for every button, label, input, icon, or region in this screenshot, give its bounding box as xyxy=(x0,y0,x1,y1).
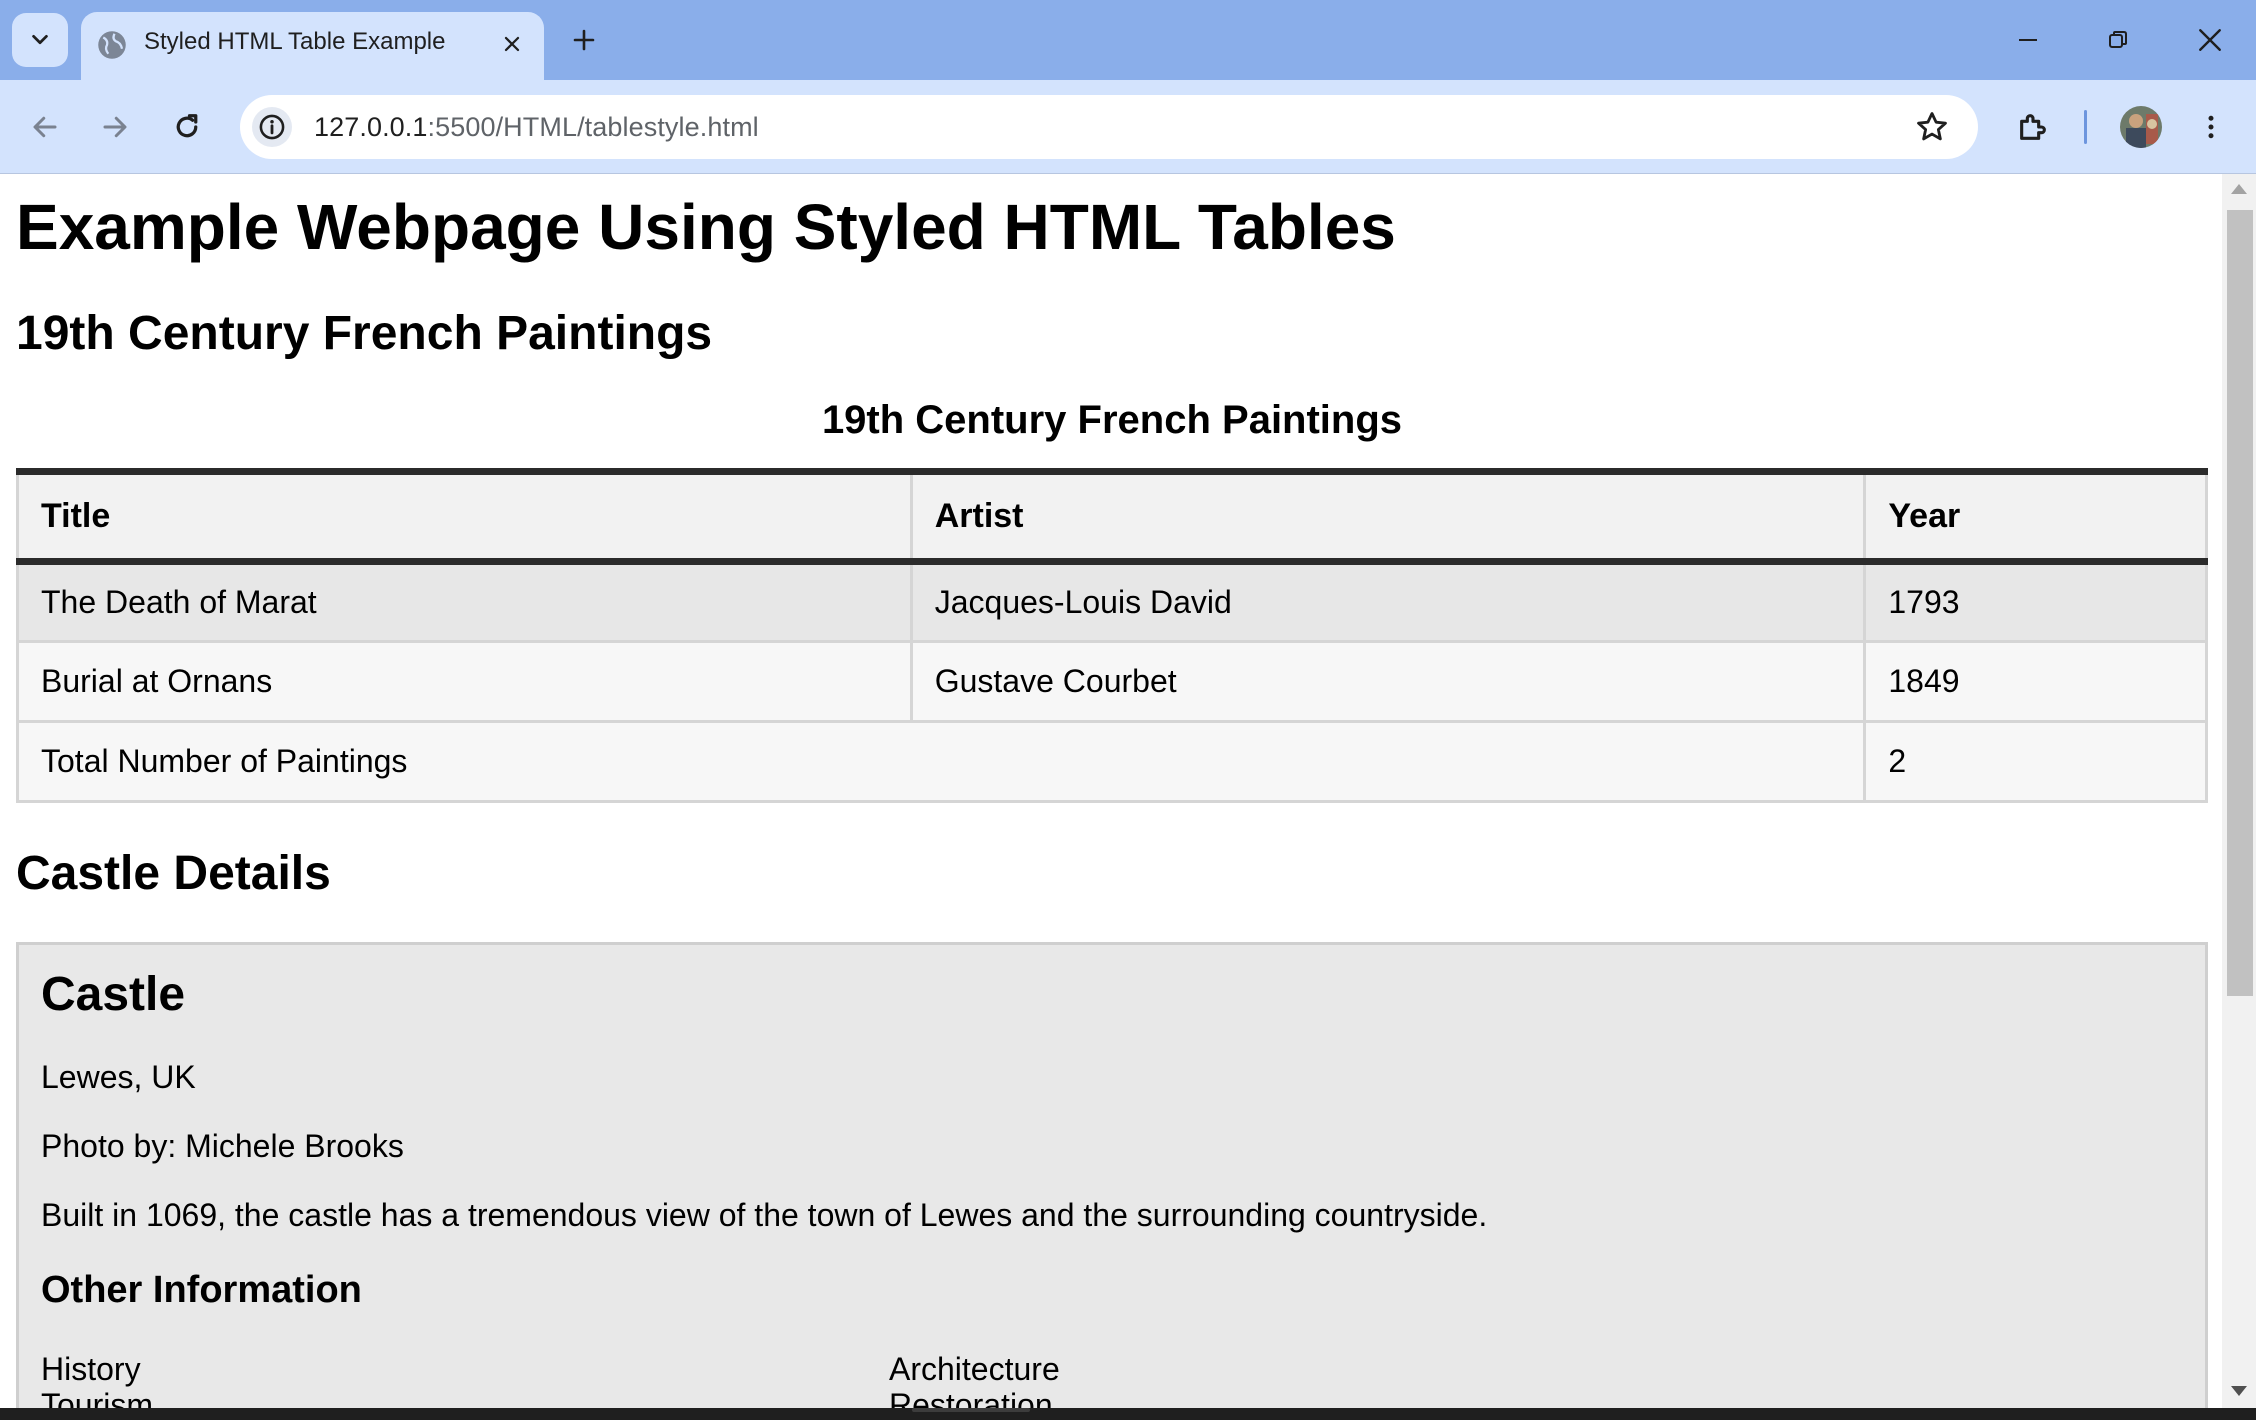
tab-title: Styled HTML Table Example xyxy=(144,28,446,55)
column-header-artist: Artist xyxy=(909,468,1867,565)
info-item: Architecture xyxy=(889,1351,1060,1387)
scroll-down-arrow[interactable] xyxy=(2231,1386,2247,1396)
menu-button[interactable] xyxy=(2186,102,2236,152)
reload-icon xyxy=(176,114,198,138)
castle-card: Castle Lewes, UK Photo by: Michele Brook… xyxy=(16,942,2208,1410)
info-item: History xyxy=(41,1351,141,1387)
table-row: Burial at Ornans Gustave Courbet 1849 xyxy=(16,640,2208,723)
back-button[interactable] xyxy=(20,102,70,152)
address-bar[interactable]: 127.0.0.1:5500/HTML/tablestyle.html xyxy=(240,95,1978,159)
page-viewport: Example Webpage Using Styled HTML Tables… xyxy=(0,174,2222,1410)
browser-toolbar: 127.0.0.1:5500/HTML/tablestyle.html xyxy=(0,80,2256,174)
table-header-row: Title Artist Year xyxy=(16,468,2208,565)
tab-strip: Styled HTML Table Example xyxy=(0,0,2256,80)
globe-icon xyxy=(98,31,126,59)
other-info-heading: Other Information xyxy=(41,1269,362,1311)
painting-year-cell: 1849 xyxy=(1863,640,2208,723)
castle-title: Castle xyxy=(41,968,186,1021)
restore-icon xyxy=(2109,31,2127,48)
castle-location: Lewes, UK xyxy=(41,1059,196,1095)
url-text: 127.0.0.1:5500/HTML/tablestyle.html xyxy=(314,95,759,159)
tab-close-button[interactable] xyxy=(495,27,529,61)
info-item: Tourism xyxy=(41,1387,154,1410)
browser-tab-active[interactable]: Styled HTML Table Example xyxy=(81,12,544,80)
total-value-cell: 2 xyxy=(1863,720,2208,803)
bookmark-button[interactable] xyxy=(1914,109,1950,145)
table-row: The Death of Marat Jacques-Louis David 1… xyxy=(16,560,2208,643)
url-path: :5500/HTML/tablestyle.html xyxy=(427,112,759,142)
chevron-down-icon xyxy=(32,34,48,45)
castle-description: Built in 1069, the castle has a tremendo… xyxy=(41,1197,1488,1233)
tab-search-button[interactable] xyxy=(12,13,68,67)
minimize-button[interactable] xyxy=(1998,12,2058,68)
arrow-right-icon xyxy=(103,116,127,138)
arrow-left-icon xyxy=(33,116,57,138)
more-vertical-icon xyxy=(2208,115,2214,139)
star-icon xyxy=(1917,112,1947,141)
profile-avatar[interactable] xyxy=(2120,106,2162,148)
scroll-up-arrow[interactable] xyxy=(2231,184,2247,194)
painting-artist-cell: Jacques-Louis David xyxy=(909,560,1867,643)
taskbar-edge xyxy=(0,1408,2256,1420)
scrollbar-thumb[interactable] xyxy=(2227,210,2253,996)
column-header-year: Year xyxy=(1863,468,2208,565)
info-item: Restoration xyxy=(889,1387,1053,1410)
toolbar-divider xyxy=(2084,110,2087,144)
column-header-title: Title xyxy=(16,468,913,565)
site-info-button[interactable] xyxy=(252,107,292,147)
page-title: Example Webpage Using Styled HTML Tables xyxy=(16,191,1396,263)
painting-title-cell: Burial at Ornans xyxy=(16,640,913,723)
close-window-button[interactable] xyxy=(2180,12,2240,68)
vertical-scrollbar[interactable] xyxy=(2222,174,2256,1410)
puzzle-icon xyxy=(2020,114,2046,140)
painting-artist-cell: Gustave Courbet xyxy=(909,640,1867,723)
restore-button[interactable] xyxy=(2088,12,2148,68)
paintings-heading: 19th Century French Paintings xyxy=(16,307,713,360)
painting-year-cell: 1793 xyxy=(1863,560,2208,643)
minimize-icon xyxy=(2019,39,2037,41)
table-caption: 19th Century French Paintings xyxy=(821,398,1403,442)
forward-button[interactable] xyxy=(90,102,140,152)
castle-photo-credit: Photo by: Michele Brooks xyxy=(41,1128,404,1164)
painting-title-cell: The Death of Marat xyxy=(16,560,913,643)
profile-photo-icon xyxy=(2120,106,2162,148)
close-icon xyxy=(2199,29,2221,51)
castle-heading: Castle Details xyxy=(16,847,331,900)
url-host: 127.0.0.1 xyxy=(314,112,428,142)
table-footer-row: Total Number of Paintings 2 xyxy=(15,720,2208,803)
close-icon xyxy=(504,36,520,52)
taskbar-handle xyxy=(912,1408,1030,1412)
paintings-table: Title Artist Year The Death of Marat Jac… xyxy=(15,468,2208,803)
info-icon xyxy=(259,114,285,140)
reload-button[interactable] xyxy=(162,102,212,152)
extensions-button[interactable] xyxy=(2008,102,2058,152)
plus-icon xyxy=(573,29,595,51)
total-label-cell: Total Number of Paintings xyxy=(15,720,1867,803)
new-tab-button[interactable] xyxy=(564,18,604,62)
